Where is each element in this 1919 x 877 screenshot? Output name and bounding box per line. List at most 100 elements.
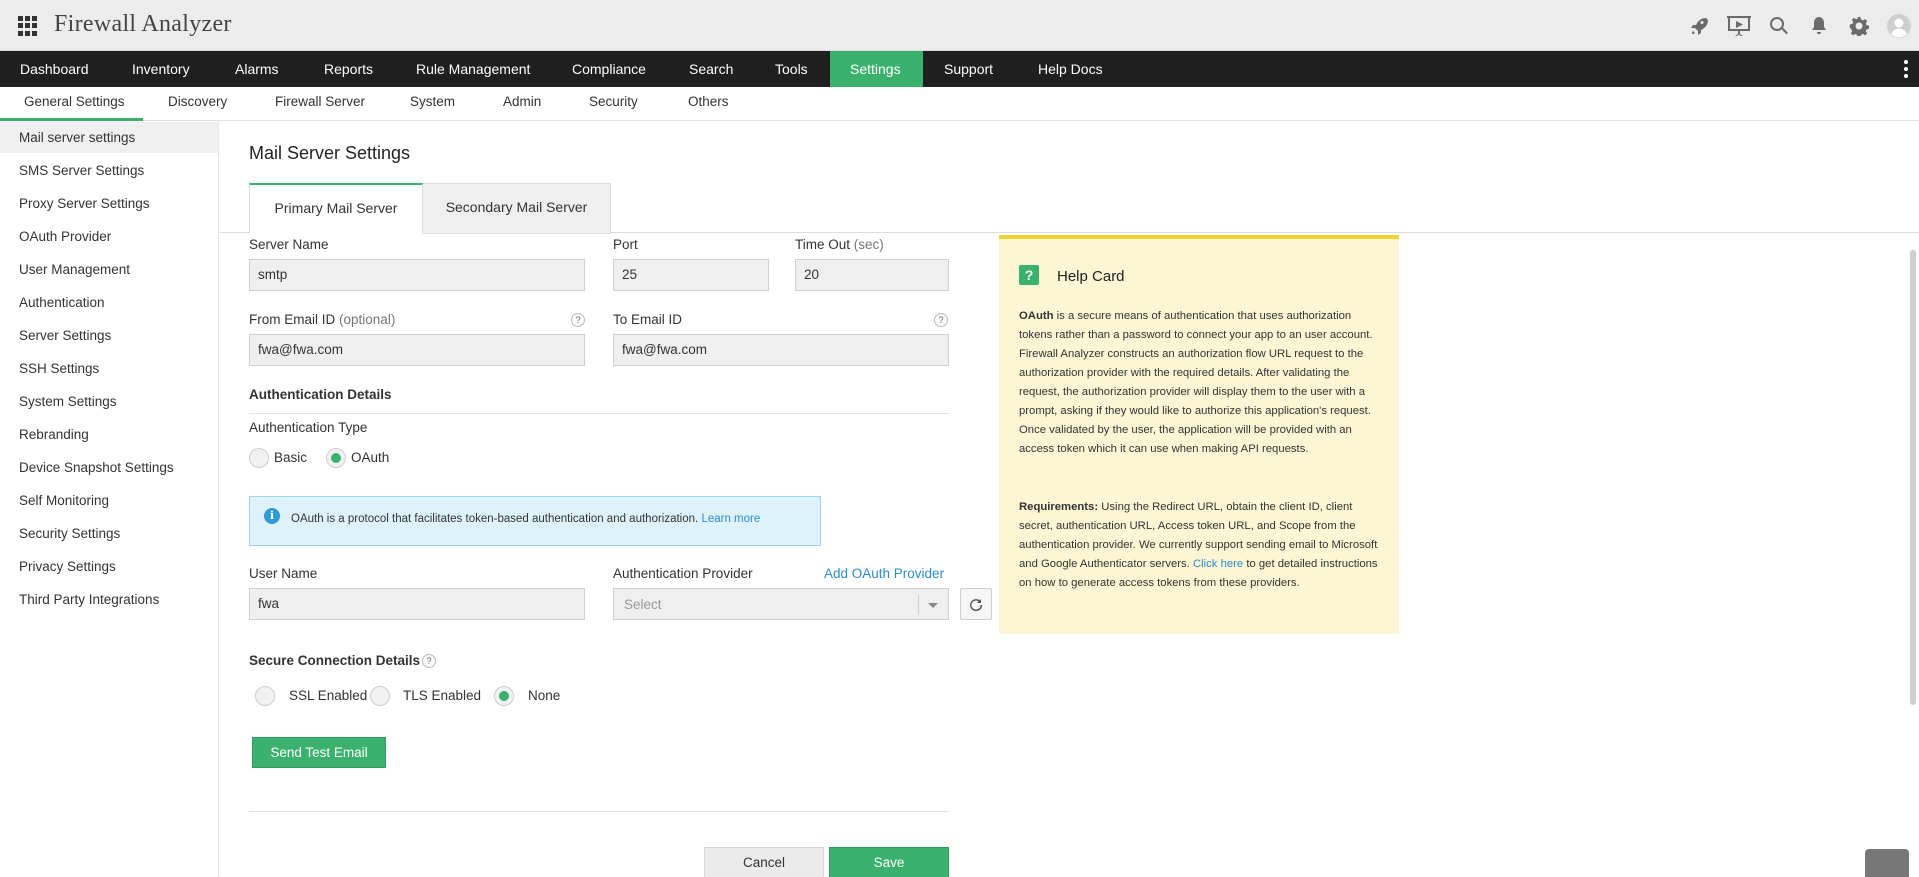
auth-oauth-label[interactable]: OAuth xyxy=(351,450,389,465)
oauth-info-box: i OAuth is a protocol that facilitates t… xyxy=(249,496,821,546)
tab-secondary-mail-server[interactable]: Secondary Mail Server xyxy=(423,183,611,234)
secure-help-icon[interactable]: ? xyxy=(422,654,436,668)
server-tabs: Primary Mail Server Secondary Mail Serve… xyxy=(220,181,1919,234)
user-avatar-icon[interactable] xyxy=(1879,0,1919,51)
help-oauth-strong: OAuth xyxy=(1019,310,1054,322)
from-email-label: From Email ID (optional) xyxy=(249,312,395,327)
port-label: Port xyxy=(613,237,638,252)
tls-enabled-radio[interactable] xyxy=(370,686,390,706)
help-paragraph-oauth: OAuth is a secure means of authenticatio… xyxy=(1019,307,1383,459)
subtab-others[interactable]: Others xyxy=(688,87,729,121)
save-button[interactable]: Save xyxy=(829,847,949,877)
sidebar-item-authentication[interactable]: Authentication xyxy=(0,287,218,318)
refresh-provider-button[interactable] xyxy=(960,588,992,620)
sidebar-item-rebranding[interactable]: Rebranding xyxy=(0,419,218,450)
server-name-label: Server Name xyxy=(249,237,329,252)
ssl-enabled-radio[interactable] xyxy=(255,686,275,706)
header-icons xyxy=(1679,0,1919,51)
auth-oauth-radio[interactable] xyxy=(326,448,346,468)
ssl-enabled-label[interactable]: SSL Enabled xyxy=(289,688,367,703)
to-email-help-icon[interactable]: ? xyxy=(934,313,948,327)
help-click-here-link[interactable]: Click here xyxy=(1193,558,1243,570)
timeout-input[interactable]: 20 xyxy=(795,259,949,291)
nav-tab-reports[interactable]: Reports xyxy=(304,51,393,87)
rocket-icon[interactable] xyxy=(1679,0,1719,51)
page-scrollbar[interactable] xyxy=(1910,250,1916,705)
auth-type-label: Authentication Type xyxy=(249,420,368,435)
add-oauth-provider-link[interactable]: Add OAuth Provider xyxy=(824,566,944,581)
sidebar-item-ssh-settings[interactable]: SSH Settings xyxy=(0,353,218,384)
main-content: Mail Server Settings Primary Mail Server… xyxy=(220,121,1919,877)
info-icon: i xyxy=(264,508,280,524)
subtab-discovery[interactable]: Discovery xyxy=(168,87,227,121)
help-requirements-strong: Requirements: xyxy=(1019,501,1099,513)
chat-icon[interactable] xyxy=(1865,849,1909,877)
app-grid-icon[interactable] xyxy=(18,16,38,36)
nav-tab-settings[interactable]: Settings xyxy=(830,51,923,87)
subtab-system[interactable]: System xyxy=(410,87,455,121)
oauth-info-text: OAuth is a protocol that facilitates tok… xyxy=(291,513,760,525)
nav-tab-compliance[interactable]: Compliance xyxy=(552,51,666,87)
learn-more-link[interactable]: Learn more xyxy=(701,513,760,525)
nav-tab-tools[interactable]: Tools xyxy=(755,51,828,87)
nav-tab-search[interactable]: Search xyxy=(669,51,753,87)
to-email-label: To Email ID xyxy=(613,312,683,327)
settings-sidebar: Mail server settings SMS Server Settings… xyxy=(0,121,219,877)
tls-enabled-label[interactable]: TLS Enabled xyxy=(403,688,481,703)
nav-tab-dashboard[interactable]: Dashboard xyxy=(0,51,109,87)
nav-tab-alarms[interactable]: Alarms xyxy=(215,51,299,87)
nav-tab-rule-management[interactable]: Rule Management xyxy=(396,51,550,87)
server-name-input[interactable]: smtp xyxy=(249,259,585,291)
secure-none-radio[interactable] xyxy=(494,686,514,706)
sidebar-item-proxy-server-settings[interactable]: Proxy Server Settings xyxy=(0,188,218,219)
from-email-hint: (optional) xyxy=(339,312,396,327)
auth-basic-label[interactable]: Basic xyxy=(274,450,307,465)
auth-provider-select[interactable]: Select xyxy=(613,588,949,620)
subtab-firewall-server[interactable]: Firewall Server xyxy=(275,87,365,121)
timeout-label: Time Out (sec) xyxy=(795,237,884,252)
subtab-general-settings[interactable]: General Settings xyxy=(0,87,143,121)
sidebar-item-oauth-provider[interactable]: OAuth Provider xyxy=(0,221,218,252)
subtab-admin[interactable]: Admin xyxy=(503,87,541,121)
sidebar-item-security-settings[interactable]: Security Settings xyxy=(0,518,218,549)
sidebar-item-mail-server-settings[interactable]: Mail server settings xyxy=(0,122,218,153)
search-icon[interactable] xyxy=(1759,0,1799,51)
auth-basic-radio[interactable] xyxy=(249,448,269,468)
help-oauth-text: is a secure means of authentication that… xyxy=(1019,310,1373,455)
sidebar-item-server-settings[interactable]: Server Settings xyxy=(0,320,218,351)
main-nav: Dashboard Inventory Alarms Reports Rule … xyxy=(0,51,1919,87)
help-question-icon: ? xyxy=(1019,265,1039,285)
timeout-unit: (sec) xyxy=(853,237,884,252)
sub-nav: General Settings Discovery Firewall Serv… xyxy=(0,87,1919,121)
nav-tab-inventory[interactable]: Inventory xyxy=(112,51,210,87)
app-title: Firewall Analyzer xyxy=(54,11,232,37)
sidebar-item-device-snapshot-settings[interactable]: Device Snapshot Settings xyxy=(0,452,218,483)
sidebar-item-user-management[interactable]: User Management xyxy=(0,254,218,285)
sidebar-item-sms-server-settings[interactable]: SMS Server Settings xyxy=(0,155,218,186)
subtab-security[interactable]: Security xyxy=(589,87,638,121)
tab-primary-mail-server[interactable]: Primary Mail Server xyxy=(249,183,423,234)
auth-section-title: Authentication Details xyxy=(249,387,392,402)
from-email-label-text: From Email ID xyxy=(249,312,336,327)
sidebar-item-privacy-settings[interactable]: Privacy Settings xyxy=(0,551,218,582)
user-name-input[interactable]: fwa xyxy=(249,588,585,620)
nav-tab-help-docs[interactable]: Help Docs xyxy=(1018,51,1123,87)
sidebar-item-third-party-integrations[interactable]: Third Party Integrations xyxy=(0,584,218,615)
cancel-button[interactable]: Cancel xyxy=(704,847,824,877)
send-test-email-button[interactable]: Send Test Email xyxy=(252,737,386,768)
from-email-input[interactable]: fwa@fwa.com xyxy=(249,334,585,366)
help-paragraph-requirements: Requirements: Using the Redirect URL, ob… xyxy=(1019,498,1383,593)
secure-none-label[interactable]: None xyxy=(528,688,560,703)
sidebar-item-self-monitoring[interactable]: Self Monitoring xyxy=(0,485,218,516)
nav-tab-support[interactable]: Support xyxy=(924,51,1013,87)
auth-provider-placeholder: Select xyxy=(624,597,662,612)
from-email-help-icon[interactable]: ? xyxy=(571,313,585,327)
bell-icon[interactable] xyxy=(1799,0,1839,51)
secure-section-title: Secure Connection Details xyxy=(249,653,421,668)
to-email-input[interactable]: fwa@fwa.com xyxy=(613,334,949,366)
port-input[interactable]: 25 xyxy=(613,259,769,291)
presentation-icon[interactable] xyxy=(1719,0,1759,51)
gear-icon[interactable] xyxy=(1839,0,1879,51)
more-menu-icon[interactable] xyxy=(1903,60,1909,78)
sidebar-item-system-settings[interactable]: System Settings xyxy=(0,386,218,417)
